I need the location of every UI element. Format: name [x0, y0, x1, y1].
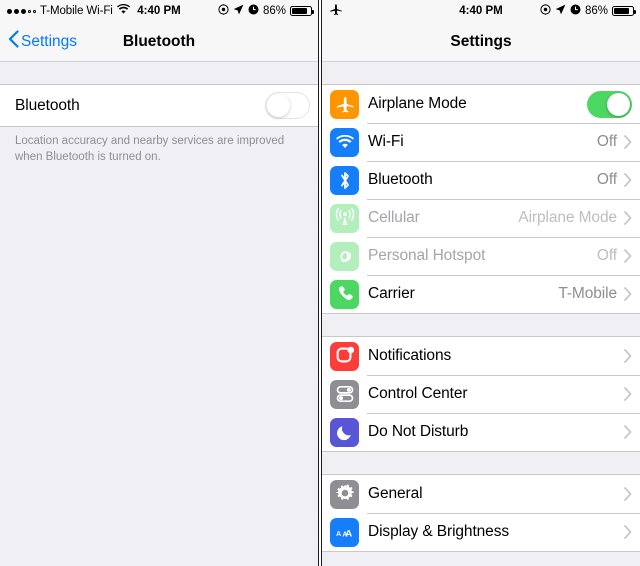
settings-row-value: Off	[596, 247, 617, 264]
settings-group-1: Airplane Mode Wi-Fi Off Bluetooth Off Cellula…	[322, 84, 640, 314]
rotation-lock-icon	[218, 4, 229, 18]
settings-row-wi-fi[interactable]: Wi-Fi Off	[322, 123, 640, 161]
moon-icon	[330, 417, 359, 447]
chevron-right-icon	[624, 487, 632, 501]
control-center-icon	[330, 379, 359, 409]
settings-row-label: Bluetooth	[368, 171, 433, 188]
right-phone-settings-screen: 4:40 PM 86% Settings Airplane Mode Wi-Fi O…	[322, 0, 640, 566]
chevron-right-icon	[624, 349, 632, 363]
left-phone-bluetooth-screen: T-Mobile Wi-Fi 4:40 PM 86% Settings Blue…	[0, 0, 318, 566]
location-arrow-icon	[555, 4, 566, 18]
alarm-clock-icon	[570, 4, 581, 18]
chevron-right-icon	[624, 525, 632, 539]
airplane-mode-toggle[interactable]	[587, 90, 632, 118]
alarm-clock-icon	[248, 4, 259, 18]
location-arrow-icon	[233, 4, 244, 18]
settings-row-notifications[interactable]: Notifications	[322, 337, 640, 375]
right-nav-bar: Settings	[322, 22, 640, 62]
right-status-bar: 4:40 PM 86%	[322, 0, 640, 22]
settings-row-value: Off	[596, 171, 617, 188]
svg-text:A: A	[336, 531, 341, 538]
settings-row-control-center[interactable]: Control Center	[322, 375, 640, 413]
wifi-icon	[330, 127, 359, 157]
left-nav-bar: Settings Bluetooth	[0, 22, 318, 62]
settings-row-cellular: Cellular Airplane Mode	[322, 199, 640, 237]
settings-row-label: Personal Hotspot	[368, 247, 486, 264]
settings-group-3: General A A A Display & Brightness	[322, 474, 640, 552]
left-status-bar: T-Mobile Wi-Fi 4:40 PM 86%	[0, 0, 318, 22]
chevron-right-icon	[624, 249, 632, 263]
chevron-right-icon	[624, 287, 632, 301]
bluetooth-row[interactable]: Bluetooth	[0, 85, 318, 126]
gear-icon	[330, 479, 359, 509]
chevron-right-icon	[624, 135, 632, 149]
battery-percent-label: 86%	[262, 5, 286, 17]
battery-icon	[290, 6, 314, 16]
dual-screenshot: T-Mobile Wi-Fi 4:40 PM 86% Settings Blue…	[0, 0, 640, 566]
svg-text:A: A	[345, 528, 352, 539]
settings-row-label: Display & Brightness	[368, 523, 510, 540]
settings-row-general[interactable]: General	[322, 475, 640, 513]
settings-row-airplane-mode[interactable]: Airplane Mode	[322, 85, 640, 123]
signal-strength-dots	[7, 8, 36, 14]
airplane-icon	[329, 3, 342, 19]
notifications-icon	[330, 341, 359, 371]
bluetooth-row-label: Bluetooth	[15, 96, 80, 114]
back-button-label: Settings	[21, 32, 78, 50]
battery-icon	[612, 6, 636, 16]
bluetooth-toggle-group: Bluetooth	[0, 84, 318, 127]
airplane-icon	[330, 89, 359, 119]
settings-row-value: T-Mobile	[558, 285, 617, 302]
settings-group-2: Notifications Control Center Do Not Distur…	[322, 336, 640, 452]
settings-row-value: Off	[596, 133, 617, 150]
battery-percent-label: 86%	[584, 5, 608, 17]
chevron-left-icon	[8, 30, 19, 53]
settings-row-label: Airplane Mode	[368, 95, 467, 112]
phone-handset-icon	[330, 279, 359, 309]
settings-row-label: General	[368, 485, 423, 502]
carrier-label: T-Mobile Wi-Fi	[40, 5, 113, 17]
back-button[interactable]: Settings	[8, 30, 77, 53]
settings-row-label: Cellular	[368, 209, 420, 226]
settings-list: Airplane Mode Wi-Fi Off Bluetooth Off Cellula…	[322, 84, 640, 552]
bluetooth-footer-note: Location accuracy and nearby services ar…	[15, 135, 285, 163]
settings-row-label: Wi-Fi	[368, 133, 404, 150]
bluetooth-toggle[interactable]	[265, 92, 310, 119]
status-bar-right: 86%	[218, 4, 314, 18]
hotspot-link-icon	[330, 241, 359, 271]
chevron-right-icon	[624, 387, 632, 401]
cellular-antenna-icon	[330, 203, 359, 233]
chevron-right-icon	[624, 425, 632, 439]
settings-row-label: Do Not Disturb	[368, 423, 469, 440]
chevron-right-icon	[624, 211, 632, 225]
settings-row-carrier[interactable]: Carrier T-Mobile	[322, 275, 640, 313]
status-bar-left	[329, 3, 342, 19]
rotation-lock-icon	[540, 4, 551, 18]
settings-row-label: Carrier	[368, 285, 415, 302]
settings-row-bluetooth[interactable]: Bluetooth Off	[322, 161, 640, 199]
wifi-icon	[116, 3, 130, 18]
status-bar-left: T-Mobile Wi-Fi	[7, 3, 130, 18]
settings-row-do-not-disturb[interactable]: Do Not Disturb	[322, 413, 640, 451]
settings-row-label: Notifications	[368, 347, 452, 364]
right-top-spacer	[322, 62, 640, 84]
display-brightness-icon: AAA	[330, 517, 359, 547]
left-top-spacer	[0, 62, 318, 84]
settings-row-label: Control Center	[368, 385, 468, 402]
settings-row-display-brightness[interactable]: A A A Display & Brightness	[322, 513, 640, 551]
settings-row-personal-hotspot: Personal Hotspot Off	[322, 237, 640, 275]
bluetooth-icon	[330, 165, 359, 195]
page-title: Settings	[450, 32, 512, 50]
chevron-right-icon	[624, 173, 632, 187]
settings-row-value: Airplane Mode	[518, 209, 617, 226]
status-bar-right: 86%	[540, 4, 636, 18]
